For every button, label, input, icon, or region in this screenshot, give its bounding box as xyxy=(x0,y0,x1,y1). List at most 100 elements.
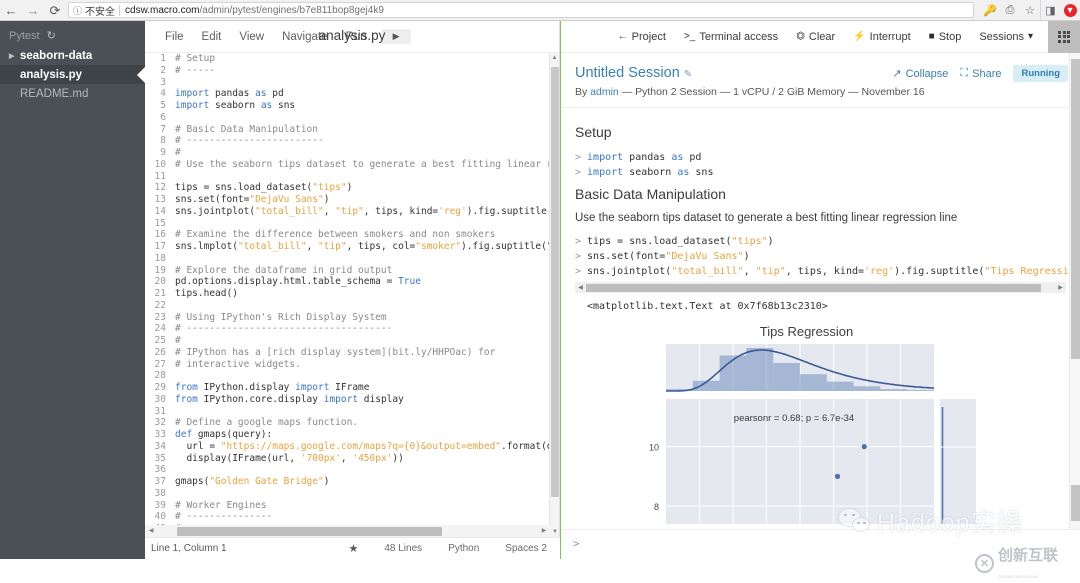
code-line: 2 # ----- xyxy=(145,65,560,77)
scroll-down-icon[interactable]: ▼ xyxy=(550,527,560,537)
prompt-chevron-icon: > xyxy=(575,251,582,262)
clear-button[interactable]: ⏣ Clear xyxy=(787,21,844,53)
eraser-icon: ⏣ xyxy=(796,31,805,42)
profile-icon[interactable]: ▼ xyxy=(1060,0,1080,20)
line-number: 19 xyxy=(154,264,166,276)
editor-vscroll-thumb[interactable] xyxy=(551,67,559,497)
code-line-text: sns.set(font="DejaVu Sans") xyxy=(175,194,330,205)
line-number: 27 xyxy=(154,358,166,370)
reload-icon[interactable]: ⟳ xyxy=(44,0,66,20)
scroll-up-icon[interactable]: ▲ xyxy=(550,53,559,63)
scatter-point xyxy=(861,444,867,450)
session-owner[interactable]: admin xyxy=(590,86,619,98)
code-line-text: # --------------- xyxy=(175,511,273,523)
sessions-dropdown[interactable]: Sessions ▾ xyxy=(970,21,1042,53)
session-title[interactable]: Untitled Session xyxy=(575,65,680,81)
grid-layout-button[interactable] xyxy=(1048,20,1080,53)
interrupt-label: Interrupt xyxy=(869,30,911,43)
line-count: 48 Lines xyxy=(384,543,423,554)
session-vscroll-thumb[interactable] xyxy=(1071,59,1080,359)
line-number: 37 xyxy=(154,476,166,487)
editor-vertical-scrollbar[interactable]: ▲ ▼ xyxy=(549,53,559,537)
language-mode[interactable]: Python xyxy=(435,543,492,554)
chevron-right-icon: ▶ xyxy=(9,52,15,60)
menu-file[interactable]: File xyxy=(156,28,193,46)
terminal-access-button[interactable]: >_ Terminal access xyxy=(675,21,787,53)
code-line-text: import pandas as pd xyxy=(175,88,284,100)
console-input-prompt[interactable]: > xyxy=(561,529,1080,559)
line-number: 22 xyxy=(154,299,166,311)
security-status-text: 不安全 xyxy=(85,6,116,18)
console-heading: Setup xyxy=(575,124,612,140)
line-number: 7 xyxy=(160,123,166,135)
editor-hscroll-thumb[interactable] xyxy=(177,526,442,536)
back-arrow-icon[interactable]: ← xyxy=(0,0,22,20)
star-icon[interactable]: ★ xyxy=(335,542,371,555)
extension-icon[interactable]: ◨ xyxy=(1040,0,1060,20)
address-bar[interactable]: ⓘ 不安全 cdsw.macro.com/admin/pytest/engine… xyxy=(68,2,974,18)
scroll-left-icon[interactable]: ◀ xyxy=(575,284,586,291)
code-area[interactable]: 1 # Setup 2 # ----- 3 4 import pandas as pd 5 im… xyxy=(145,53,560,537)
file-sidebar: Pytest ↻ ▶ seaborn-data analysis.py READ… xyxy=(0,21,146,559)
project-button[interactable]: ← Project xyxy=(609,21,675,53)
code-line: 7 # Basic Data Manipulation xyxy=(145,124,560,136)
code-line: 39 # Worker Engines xyxy=(145,500,560,512)
share-button[interactable]: ⛶ Share xyxy=(960,67,1001,80)
line-number: 12 xyxy=(154,182,166,194)
run-play-icon[interactable]: ▶ xyxy=(381,29,411,44)
code-line-text: gmaps("Golden Gate Bridge") xyxy=(175,476,330,487)
scroll-right-icon[interactable]: ▶ xyxy=(1055,284,1066,291)
session-vscroll-thumb-lower[interactable] xyxy=(1071,485,1080,521)
forward-arrow-icon[interactable]: → xyxy=(22,0,44,20)
code-line-text: sns.lmplot("total_bill", "tip", tips, co… xyxy=(175,241,559,252)
line-number: 6 xyxy=(160,111,166,123)
line-number: 32 xyxy=(154,417,166,429)
code-line: 36 xyxy=(145,464,560,476)
edit-pencil-icon[interactable]: ✎ xyxy=(684,69,692,80)
collapse-button[interactable]: ↗ Collapse xyxy=(892,67,948,81)
code-line: 40 # --------------- xyxy=(145,511,560,523)
menu-run[interactable]: Run xyxy=(336,28,375,46)
code-line-text: # Setup xyxy=(175,53,216,64)
interrupt-button[interactable]: ⚡ Interrupt xyxy=(844,21,919,53)
session-actions: ↗ Collapse ⛶ Share Running xyxy=(892,65,1068,82)
chart-title: Tips Regression xyxy=(759,324,854,339)
cell-hscroll-thumb[interactable] xyxy=(586,283,1041,292)
cell-horizontal-scrollbar[interactable]: ◀ ▶ xyxy=(575,282,1066,293)
code-line-text: # IPython has a [rich display system](bi… xyxy=(175,346,496,358)
code-line-text: # Define a google maps function. xyxy=(175,417,359,429)
session-pane: ← Project >_ Terminal access ⏣ Clear ⚡ I… xyxy=(561,20,1080,559)
menu-edit[interactable]: Edit xyxy=(193,28,231,46)
stop-button[interactable]: ■ Stop xyxy=(920,21,971,53)
sidebar-item-analysis-py[interactable]: analysis.py xyxy=(0,65,146,84)
key-icon[interactable]: 🔑 xyxy=(980,0,1000,20)
prompt-chevron-icon: > xyxy=(575,167,582,178)
star-icon[interactable]: ☆ xyxy=(1020,0,1040,20)
code-line: 19 # Explore the dataframe in grid output xyxy=(145,265,560,277)
menu-navigate[interactable]: Navigate xyxy=(273,28,336,46)
lightning-icon: ⚡ xyxy=(853,31,866,42)
scatter-point xyxy=(834,473,840,479)
editor-status-bar: Line 1, Column 1 ★ 48 Lines Python Space… xyxy=(145,537,560,559)
line-number: 26 xyxy=(154,346,166,358)
code-line: 18 xyxy=(145,253,560,265)
indent-setting[interactable]: Spaces 2 xyxy=(492,543,560,554)
code-line-text: tips.head() xyxy=(175,288,238,299)
code-line-text: # Explore the dataframe in grid output xyxy=(175,264,393,276)
scroll-left-icon[interactable]: ◀ xyxy=(145,526,157,536)
share-icon: ⛶ xyxy=(960,67,969,79)
translate-icon[interactable]: ⎙ xyxy=(1000,0,1020,20)
code-line: 8 # ------------------------ xyxy=(145,135,560,147)
refresh-icon[interactable]: ↻ xyxy=(47,30,56,42)
session-vertical-scrollbar[interactable] xyxy=(1069,53,1080,559)
sidebar-item-seaborn-data[interactable]: ▶ seaborn-data xyxy=(0,46,145,65)
line-number: 2 xyxy=(160,64,166,76)
console-output: Setup > import pandas as pd > import seaborn… xyxy=(561,108,1080,534)
project-name: Pytest xyxy=(9,30,40,42)
scroll-right-icon[interactable]: ▶ xyxy=(538,526,550,536)
sidebar-item-readme-md[interactable]: README.md xyxy=(0,84,145,103)
menu-view[interactable]: View xyxy=(230,28,273,46)
line-number: 10 xyxy=(154,158,166,170)
editor-horizontal-scrollbar[interactable]: ◀ ▶ xyxy=(145,525,550,537)
line-number: 25 xyxy=(154,335,166,346)
